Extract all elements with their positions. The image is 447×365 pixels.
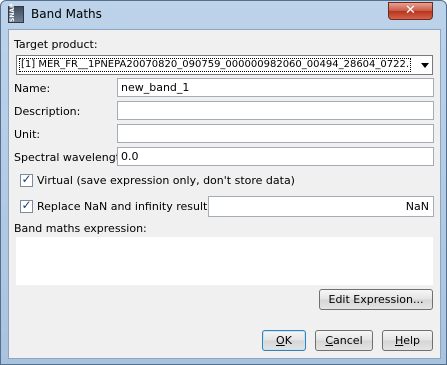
edit-expression-button[interactable]: Edit Expression... [319,289,433,310]
target-product-dropdown[interactable]: [1] MER_FR__1PNEPA20070820_090759_000000… [16,55,433,75]
target-product-label: Target product: [14,38,98,51]
cancel-button[interactable]: Cancel [315,330,373,351]
spectral-wavelength-field[interactable]: 0.0 [117,147,434,166]
description-label: Description: [14,105,81,118]
checkmark-icon: ✓ [21,198,32,212]
unit-label: Unit: [14,128,41,141]
replace-nan-value-field[interactable]: NaN [208,196,434,217]
band-maths-dialog: SNAP Band Maths ✕ Target product: [1] ME… [0,0,447,365]
ok-label: K [284,334,292,347]
close-button[interactable]: ✕ [388,2,433,20]
cancel-label: ancel [333,334,363,347]
checkmark-icon: ✓ [21,172,32,186]
help-mnemonic: H [394,334,404,347]
unit-field[interactable] [117,124,434,143]
dialog-body: Target product: [1] MER_FR__1PNEPA200708… [8,29,441,359]
replace-nan-label[interactable]: Replace NaN and infinity results by [37,200,230,213]
name-label: Name: [14,82,51,95]
close-icon: ✕ [405,3,416,18]
title-bar[interactable]: SNAP Band Maths ✕ [1,1,446,28]
virtual-checkbox[interactable]: ✓ [20,172,33,187]
replace-nan-checkbox[interactable]: ✓ [20,198,33,213]
help-label: elp [403,334,421,347]
chevron-down-icon[interactable] [421,63,429,68]
cancel-mnemonic: C [325,334,334,347]
name-field[interactable]: new_band_1 [117,78,434,97]
ok-mnemonic: O [276,334,285,347]
description-field[interactable] [117,101,434,120]
window-title: Band Maths [31,7,102,21]
target-product-value: [1] MER_FR__1PNEPA20070820_090759_000000… [19,58,411,72]
expression-textarea[interactable] [16,237,433,285]
spectral-wavelength-label: Spectral wavelength: [14,151,131,164]
help-button[interactable]: Help [382,330,433,351]
snap-app-icon: SNAP [8,4,24,23]
expression-label: Band maths expression: [14,222,147,235]
virtual-label[interactable]: Virtual (save expression only, don't sto… [37,174,295,187]
ok-button[interactable]: OK [262,330,306,351]
